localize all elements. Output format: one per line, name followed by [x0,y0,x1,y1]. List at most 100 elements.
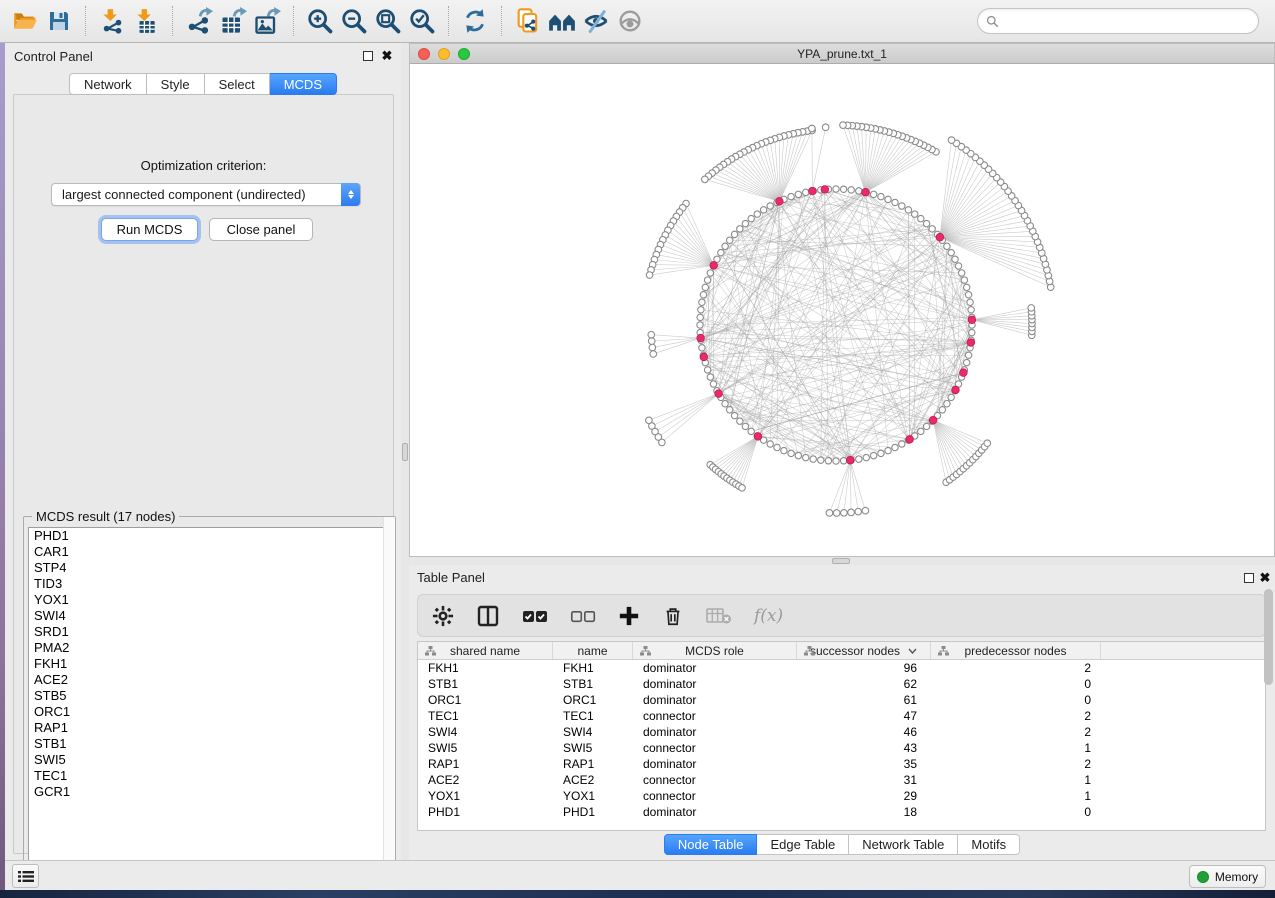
table-row[interactable]: RAP1RAP1dominator352 [418,756,1265,772]
network-canvas[interactable] [410,64,1274,556]
network-node[interactable] [698,307,704,313]
network-node[interactable] [803,189,809,195]
delete-column-icon[interactable] [662,601,684,631]
network-node[interactable] [646,272,653,279]
network-node[interactable] [742,423,748,429]
network-node[interactable] [968,307,974,313]
network-node[interactable] [856,188,862,194]
column-header-predecessor-nodes[interactable]: predecessor nodes [931,642,1101,659]
network-node[interactable] [961,277,967,283]
network-node[interactable] [822,124,829,131]
mcds-hub-node[interactable] [754,433,762,441]
network-node[interactable] [892,444,898,450]
column-header-MCDS-role[interactable]: MCDS role [633,642,797,659]
close-panel-icon[interactable]: ✖ [381,50,393,62]
network-node[interactable] [939,407,945,413]
network-node[interactable] [840,186,846,192]
first-neighbors-icon[interactable] [545,4,579,38]
network-node[interactable] [697,322,703,328]
network-node[interactable] [825,458,831,464]
add-column-icon[interactable] [618,601,640,631]
network-node[interactable] [899,441,905,447]
network-node[interactable] [754,211,760,217]
show-all-icon[interactable] [613,4,647,38]
mcds-hub-node[interactable] [906,436,914,444]
network-node[interactable] [833,458,839,464]
table-row[interactable]: SWI5SWI5connector431 [418,740,1265,756]
mcds-result-item[interactable]: STB1 [29,736,392,752]
mcds-result-item[interactable]: STB5 [29,688,392,704]
mcds-hub-node[interactable] [697,334,705,342]
mcds-hub-node[interactable] [821,186,829,194]
network-node[interactable] [737,418,743,424]
network-node[interactable] [923,423,929,429]
network-node[interactable] [840,122,847,129]
zoom-selected-icon[interactable] [405,4,439,38]
tab-edge-table[interactable]: Edge Table [757,834,849,855]
network-node[interactable] [833,186,839,192]
table-row[interactable]: YOX1YOX1connector291 [418,788,1265,804]
network-node[interactable] [699,345,705,351]
zoom-fit-icon[interactable] [371,4,405,38]
toggle-panel-column-icon[interactable] [476,601,500,631]
network-node[interactable] [923,220,929,226]
network-node[interactable] [948,394,954,400]
deselect-all-checkboxes-icon[interactable] [570,601,596,631]
mcds-hub-node[interactable] [968,316,976,324]
network-node[interactable] [952,256,958,262]
network-node[interactable] [704,277,710,283]
network-node[interactable] [788,450,794,456]
mcds-hub-node[interactable] [952,386,960,394]
save-session-icon[interactable] [42,4,76,38]
network-node[interactable] [704,367,710,373]
network-node[interactable] [650,351,657,358]
table-row[interactable]: STB1STB1dominator620 [418,676,1265,692]
tab-style[interactable]: Style [147,73,205,95]
mcds-result-item[interactable]: SRD1 [29,624,392,640]
float-panel-icon[interactable] [1243,572,1255,584]
network-node[interactable] [788,193,794,199]
network-node[interactable] [944,243,950,249]
network-node[interactable] [648,331,655,338]
network-node[interactable] [885,196,891,202]
mcds-result-item[interactable]: ORC1 [29,704,392,720]
network-node[interactable] [726,407,732,413]
network-node[interactable] [648,338,655,345]
mcds-hub-node[interactable] [960,369,968,377]
network-node[interactable] [702,176,709,183]
network-node[interactable] [826,510,833,517]
tab-network[interactable]: Network [69,73,147,95]
network-node[interactable] [955,263,961,269]
network-node[interactable] [649,344,656,351]
network-node[interactable] [739,485,746,492]
network-node[interactable] [795,452,801,458]
network-node[interactable] [856,456,862,462]
mcds-hub-node[interactable] [700,353,708,361]
memory-button[interactable]: Memory [1189,865,1266,888]
mcds-hub-node[interactable] [715,390,723,398]
table-row[interactable]: SWI4SWI4dominator462 [418,724,1265,740]
network-node[interactable] [965,292,971,298]
mcds-hub-node[interactable] [776,198,784,206]
new-network-from-selection-icon[interactable] [511,4,545,38]
table-row[interactable]: ORC1ORC1dominator610 [418,692,1265,708]
network-node[interactable] [855,508,862,515]
mcds-hub-node[interactable] [710,262,718,270]
mcds-result-list[interactable]: PHD1CAR1STP4TID3YOX1SWI4SRD1PMA2FKH1ACE2… [28,527,393,885]
mcds-hub-node[interactable] [862,188,870,196]
mcds-result-item[interactable]: SWI5 [29,752,392,768]
export-network-icon[interactable] [182,4,216,38]
horizontal-splitter[interactable] [409,557,1275,565]
network-node[interactable] [697,314,703,320]
network-node[interactable] [911,211,917,217]
table-row[interactable]: ACE2ACE2connector311 [418,772,1265,788]
table-row[interactable]: PHD1PHD1dominator180 [418,804,1265,820]
network-node[interactable] [965,352,971,358]
zoom-out-icon[interactable] [337,4,371,38]
network-node[interactable] [944,400,950,406]
network-node[interactable] [707,270,713,276]
mcds-result-item[interactable]: TEC1 [29,768,392,784]
network-node[interactable] [948,249,954,255]
network-node[interactable] [841,510,848,517]
network-node[interactable] [760,207,766,213]
